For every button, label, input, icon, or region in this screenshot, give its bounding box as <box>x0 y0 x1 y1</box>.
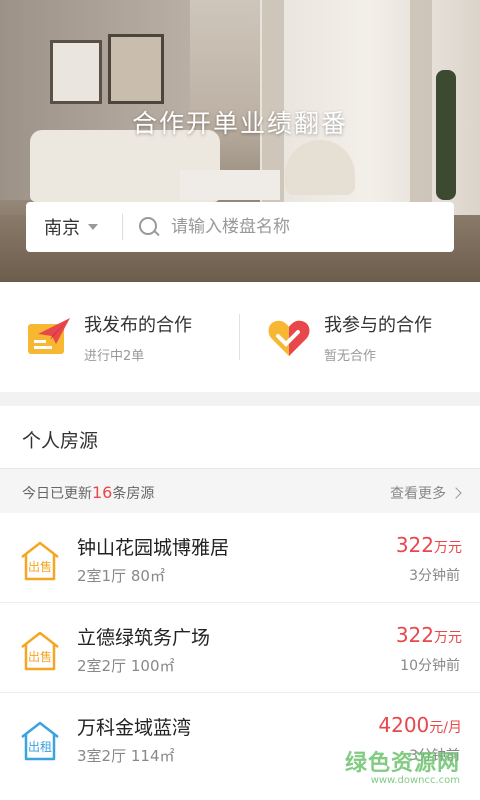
update-prefix: 今日已更新 <box>22 486 92 502</box>
listing-price: 4200元/月 <box>378 713 462 737</box>
price-unit: 万元 <box>434 540 462 556</box>
badge-label: 出租 <box>27 740 52 754</box>
listing-name: 万科金域蓝湾 <box>77 717 192 739</box>
view-more-link[interactable]: 查看更多 <box>390 483 462 503</box>
house-rent-icon: 出租 <box>19 721 61 761</box>
list-item[interactable]: 出售 钟山花园城博雅居 2室1厅 80㎡ 322万元 3分钟前 <box>0 513 480 603</box>
house-sale-icon: 出售 <box>19 631 61 671</box>
hero-title: 合作开单业绩翻番 <box>131 109 348 138</box>
price-value: 322 <box>395 623 434 647</box>
listing-time: 10分钟前 <box>400 658 460 674</box>
coop-subtitle: 进行中2单 <box>84 348 145 364</box>
chevron-down-icon <box>88 224 98 230</box>
update-count: 16 <box>92 483 113 502</box>
search-divider <box>122 214 123 240</box>
hero-picture-frame <box>108 34 164 104</box>
search-icon <box>139 217 159 237</box>
hero-picture-frame <box>50 40 102 104</box>
city-label: 南京 <box>44 218 80 239</box>
listing-price: 322万元 <box>396 533 462 557</box>
paper-plane-icon <box>26 314 72 360</box>
my-joined-cooperation[interactable]: 我参与的合作 暂无合作 <box>240 282 480 392</box>
search-input[interactable] <box>169 216 433 238</box>
listing-info: 2室2厅 100㎡ <box>77 657 175 675</box>
chevron-right-icon <box>450 487 462 499</box>
section-header: 个人房源 <box>0 406 480 469</box>
listing-name: 钟山花园城博雅居 <box>77 537 230 559</box>
coop-title: 我发布的合作 <box>84 314 192 336</box>
badge-label: 出售 <box>27 560 52 574</box>
update-summary: 今日已更新16条房源 <box>22 483 154 503</box>
coop-subtitle: 暂无合作 <box>324 348 377 364</box>
watermark: 绿色资源网 www.downcc.com <box>345 745 460 786</box>
listing-price: 322万元 <box>396 623 462 647</box>
heart-handshake-icon <box>266 314 312 360</box>
update-bar: 今日已更新16条房源 查看更多 <box>0 469 480 513</box>
cooperation-panel: 我发布的合作 进行中2单 我参与的合作 暂无合作 <box>0 282 480 392</box>
update-suffix: 条房源 <box>112 486 155 502</box>
view-more-label: 查看更多 <box>390 486 446 502</box>
price-unit: 万元 <box>434 630 462 646</box>
listing-info: 2室1厅 80㎡ <box>77 567 165 585</box>
coop-title: 我参与的合作 <box>324 314 432 336</box>
house-sale-icon: 出售 <box>19 541 61 581</box>
price-unit: 元/月 <box>429 720 462 736</box>
watermark-main: 绿色资源网 <box>344 751 460 776</box>
search-bar: 南京 <box>26 202 454 252</box>
badge-label: 出售 <box>27 650 52 664</box>
hero-table <box>180 170 280 200</box>
list-item[interactable]: 出售 立德绿筑务广场 2室2厅 100㎡ 322万元 10分钟前 <box>0 603 480 693</box>
listing-info: 3室2厅 114㎡ <box>77 747 175 765</box>
listing-time: 3分钟前 <box>409 568 460 584</box>
listing-name: 立德绿筑务广场 <box>77 627 211 649</box>
price-value: 4200 <box>378 713 430 737</box>
section-title: 个人房源 <box>22 430 99 452</box>
city-selector[interactable]: 南京 <box>26 214 122 240</box>
price-value: 322 <box>395 533 434 557</box>
hero-banner: 合作开单业绩翻番 南京 <box>0 0 480 282</box>
my-published-cooperation[interactable]: 我发布的合作 进行中2单 <box>0 282 240 392</box>
